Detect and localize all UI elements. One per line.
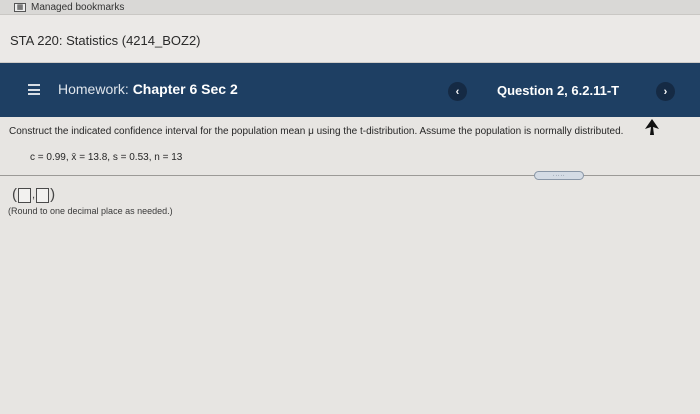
question-number: Question 2, 6.2.11-T: [497, 83, 620, 98]
interval-answer: ( , ): [12, 187, 55, 203]
upper-bound-input[interactable]: [36, 187, 50, 203]
bookmarks-label[interactable]: Managed bookmarks: [31, 2, 124, 13]
hamburger-icon[interactable]: [28, 84, 40, 95]
bookmarks-folder-icon[interactable]: ▦: [14, 2, 26, 12]
homework-bar: Homework: Chapter 6 Sec 2 ‹ Question 2, …: [0, 63, 700, 117]
lower-bound-input[interactable]: [18, 187, 31, 203]
content-divider: [0, 175, 700, 176]
course-title[interactable]: STA 220: Statistics (4214_BOZ2): [10, 33, 201, 48]
homework-chapter: Chapter 6 Sec 2: [132, 81, 238, 97]
mouse-cursor-icon: [645, 119, 659, 135]
chevron-left-icon: ‹: [455, 85, 460, 98]
question-givens: c = 0.99, x̄ = 13.8, s = 0.53, n = 13: [30, 152, 183, 163]
chevron-right-icon: ›: [663, 85, 668, 98]
homework-title: Homework: Chapter 6 Sec 2: [58, 81, 238, 97]
question-prompt: Construct the indicated confidence inter…: [9, 126, 624, 137]
rounding-hint: (Round to one decimal place as needed.): [8, 206, 173, 216]
open-paren: (: [12, 186, 17, 203]
homework-prefix: Homework:: [58, 81, 129, 97]
interval-separator: ,: [32, 189, 36, 201]
course-header: STA 220: Statistics (4214_BOZ2): [0, 15, 700, 63]
bookmarks-bar: ▦ Managed bookmarks: [0, 0, 700, 15]
next-question-button[interactable]: ›: [656, 82, 675, 101]
question-content: Construct the indicated confidence inter…: [0, 118, 700, 414]
close-paren: ): [50, 186, 56, 203]
expand-more-button[interactable]: ·····: [534, 171, 584, 180]
previous-question-button[interactable]: ‹: [448, 82, 467, 101]
